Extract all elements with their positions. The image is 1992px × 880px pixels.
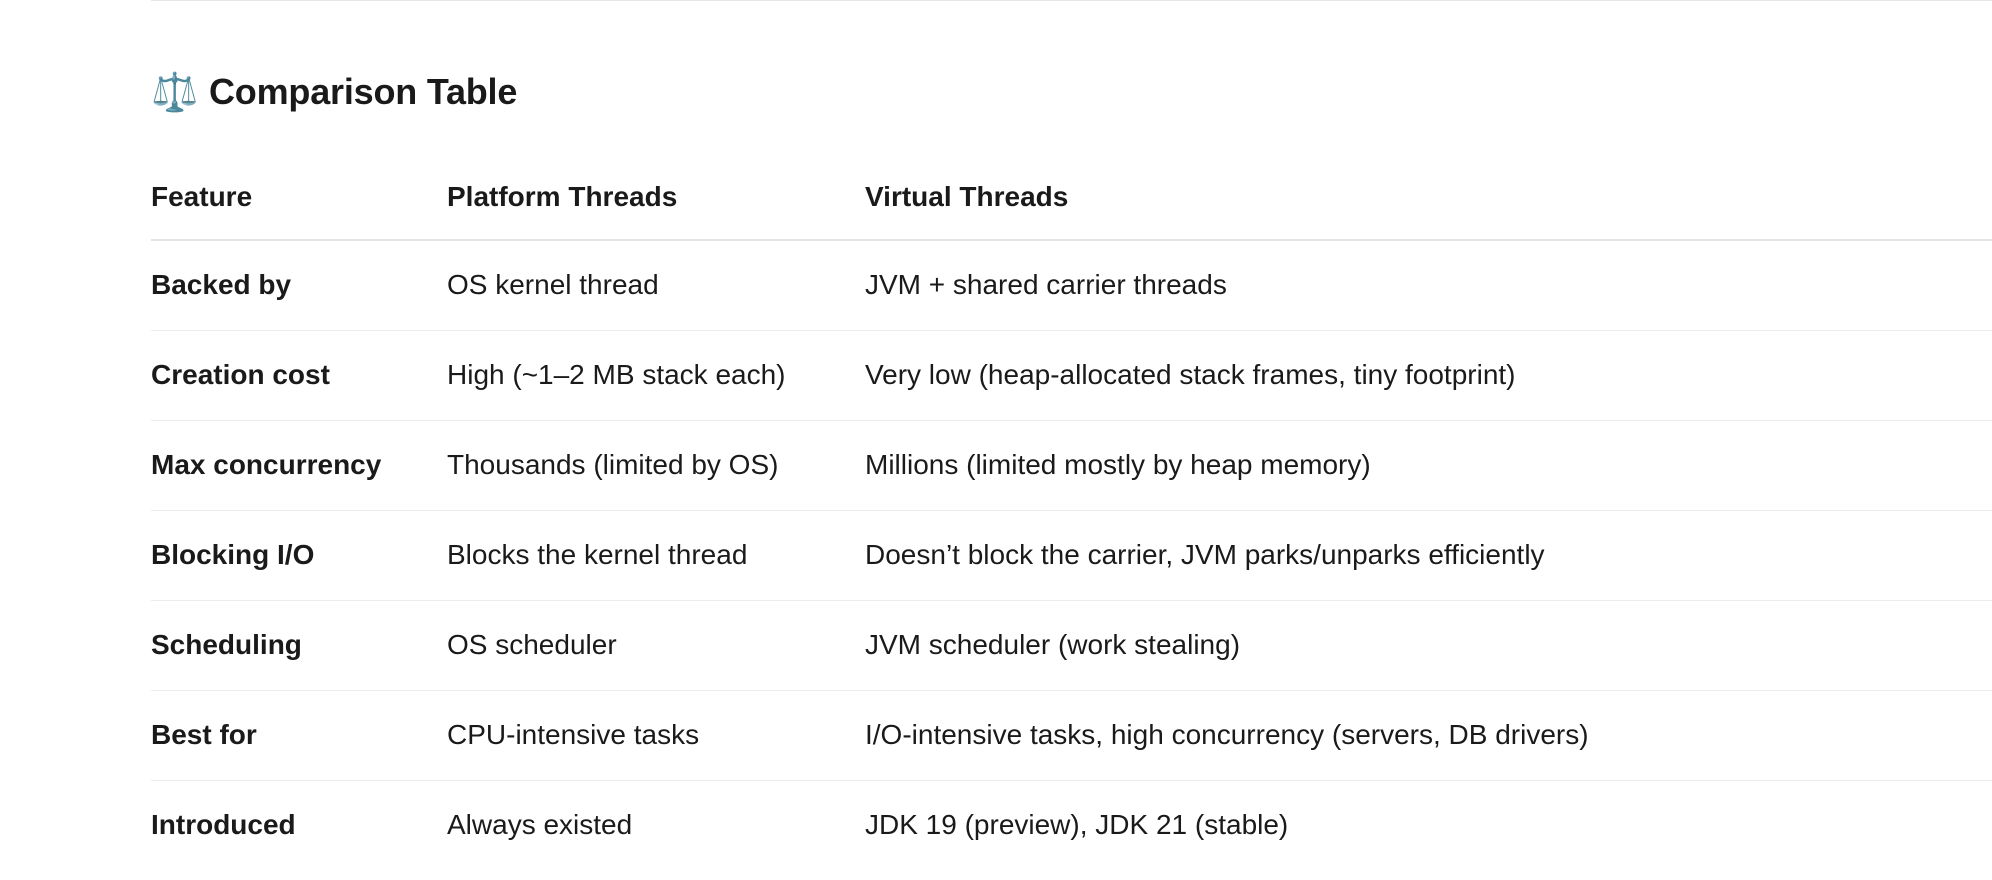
virtual-threads-cell: JVM + shared carrier threads <box>865 269 1227 301</box>
header-platform-threads-label: Platform Threads <box>447 181 678 212</box>
section-title: Comparison Table <box>209 71 518 112</box>
platform-threads-cell: CPU-intensive tasks <box>447 719 700 751</box>
platform-threads-cell: Always existed <box>447 809 633 841</box>
feature-cell: Creation cost <box>151 359 330 391</box>
section-heading: ⚖️ Comparison Table <box>151 62 517 122</box>
feature-cell: Scheduling <box>151 629 302 661</box>
feature-cell: Introduced <box>151 809 296 841</box>
platform-threads-cell: Blocks the kernel thread <box>447 539 748 571</box>
header-platform-threads: Platform Threads <box>447 154 865 241</box>
header-feature-label: Feature <box>151 181 253 212</box>
top-divider <box>151 0 1992 1</box>
header-virtual-threads-label: Virtual Threads <box>865 181 1069 212</box>
table-row: Blocking I/O Blocks the kernel thread Do… <box>151 510 1992 600</box>
platform-threads-cell: OS scheduler <box>447 629 617 661</box>
platform-threads-cell: Thousands (limited by OS) <box>447 449 779 481</box>
feature-cell: Max concurrency <box>151 449 382 481</box>
table-row: Creation cost High (~1–2 MB stack each) … <box>151 330 1992 420</box>
virtual-threads-cell: JDK 19 (preview), JDK 21 (stable) <box>865 809 1289 841</box>
header-feature: Feature <box>151 154 447 241</box>
header-virtual-threads: Virtual Threads <box>865 154 1992 241</box>
virtual-threads-cell: Doesn’t block the carrier, JVM parks/unp… <box>865 539 1545 571</box>
table-header-row: Feature Platform Threads Virtual Threads <box>151 154 1992 241</box>
table-row: Scheduling OS scheduler JVM scheduler (w… <box>151 600 1992 690</box>
balance-scale-icon: ⚖️ <box>151 70 199 114</box>
virtual-threads-cell: I/O-intensive tasks, high concurrency (s… <box>865 719 1589 751</box>
feature-cell: Blocking I/O <box>151 539 315 571</box>
virtual-threads-cell: Millions (limited mostly by heap memory) <box>865 449 1371 481</box>
comparison-table: Feature Platform Threads Virtual Threads… <box>151 154 1992 870</box>
platform-threads-cell: High (~1–2 MB stack each) <box>447 359 786 391</box>
platform-threads-cell: OS kernel thread <box>447 269 659 301</box>
virtual-threads-cell: JVM scheduler (work stealing) <box>865 629 1241 661</box>
table-row: Introduced Always existed JDK 19 (previe… <box>151 780 1992 870</box>
virtual-threads-cell: Very low (heap-allocated stack frames, t… <box>865 359 1516 391</box>
feature-cell: Backed by <box>151 269 292 301</box>
feature-cell: Best for <box>151 719 257 751</box>
table-row: Max concurrency Thousands (limited by OS… <box>151 420 1992 510</box>
table-row: Best for CPU-intensive tasks I/O-intensi… <box>151 690 1992 780</box>
table-row: Backed by OS kernel thread JVM + shared … <box>151 240 1992 330</box>
